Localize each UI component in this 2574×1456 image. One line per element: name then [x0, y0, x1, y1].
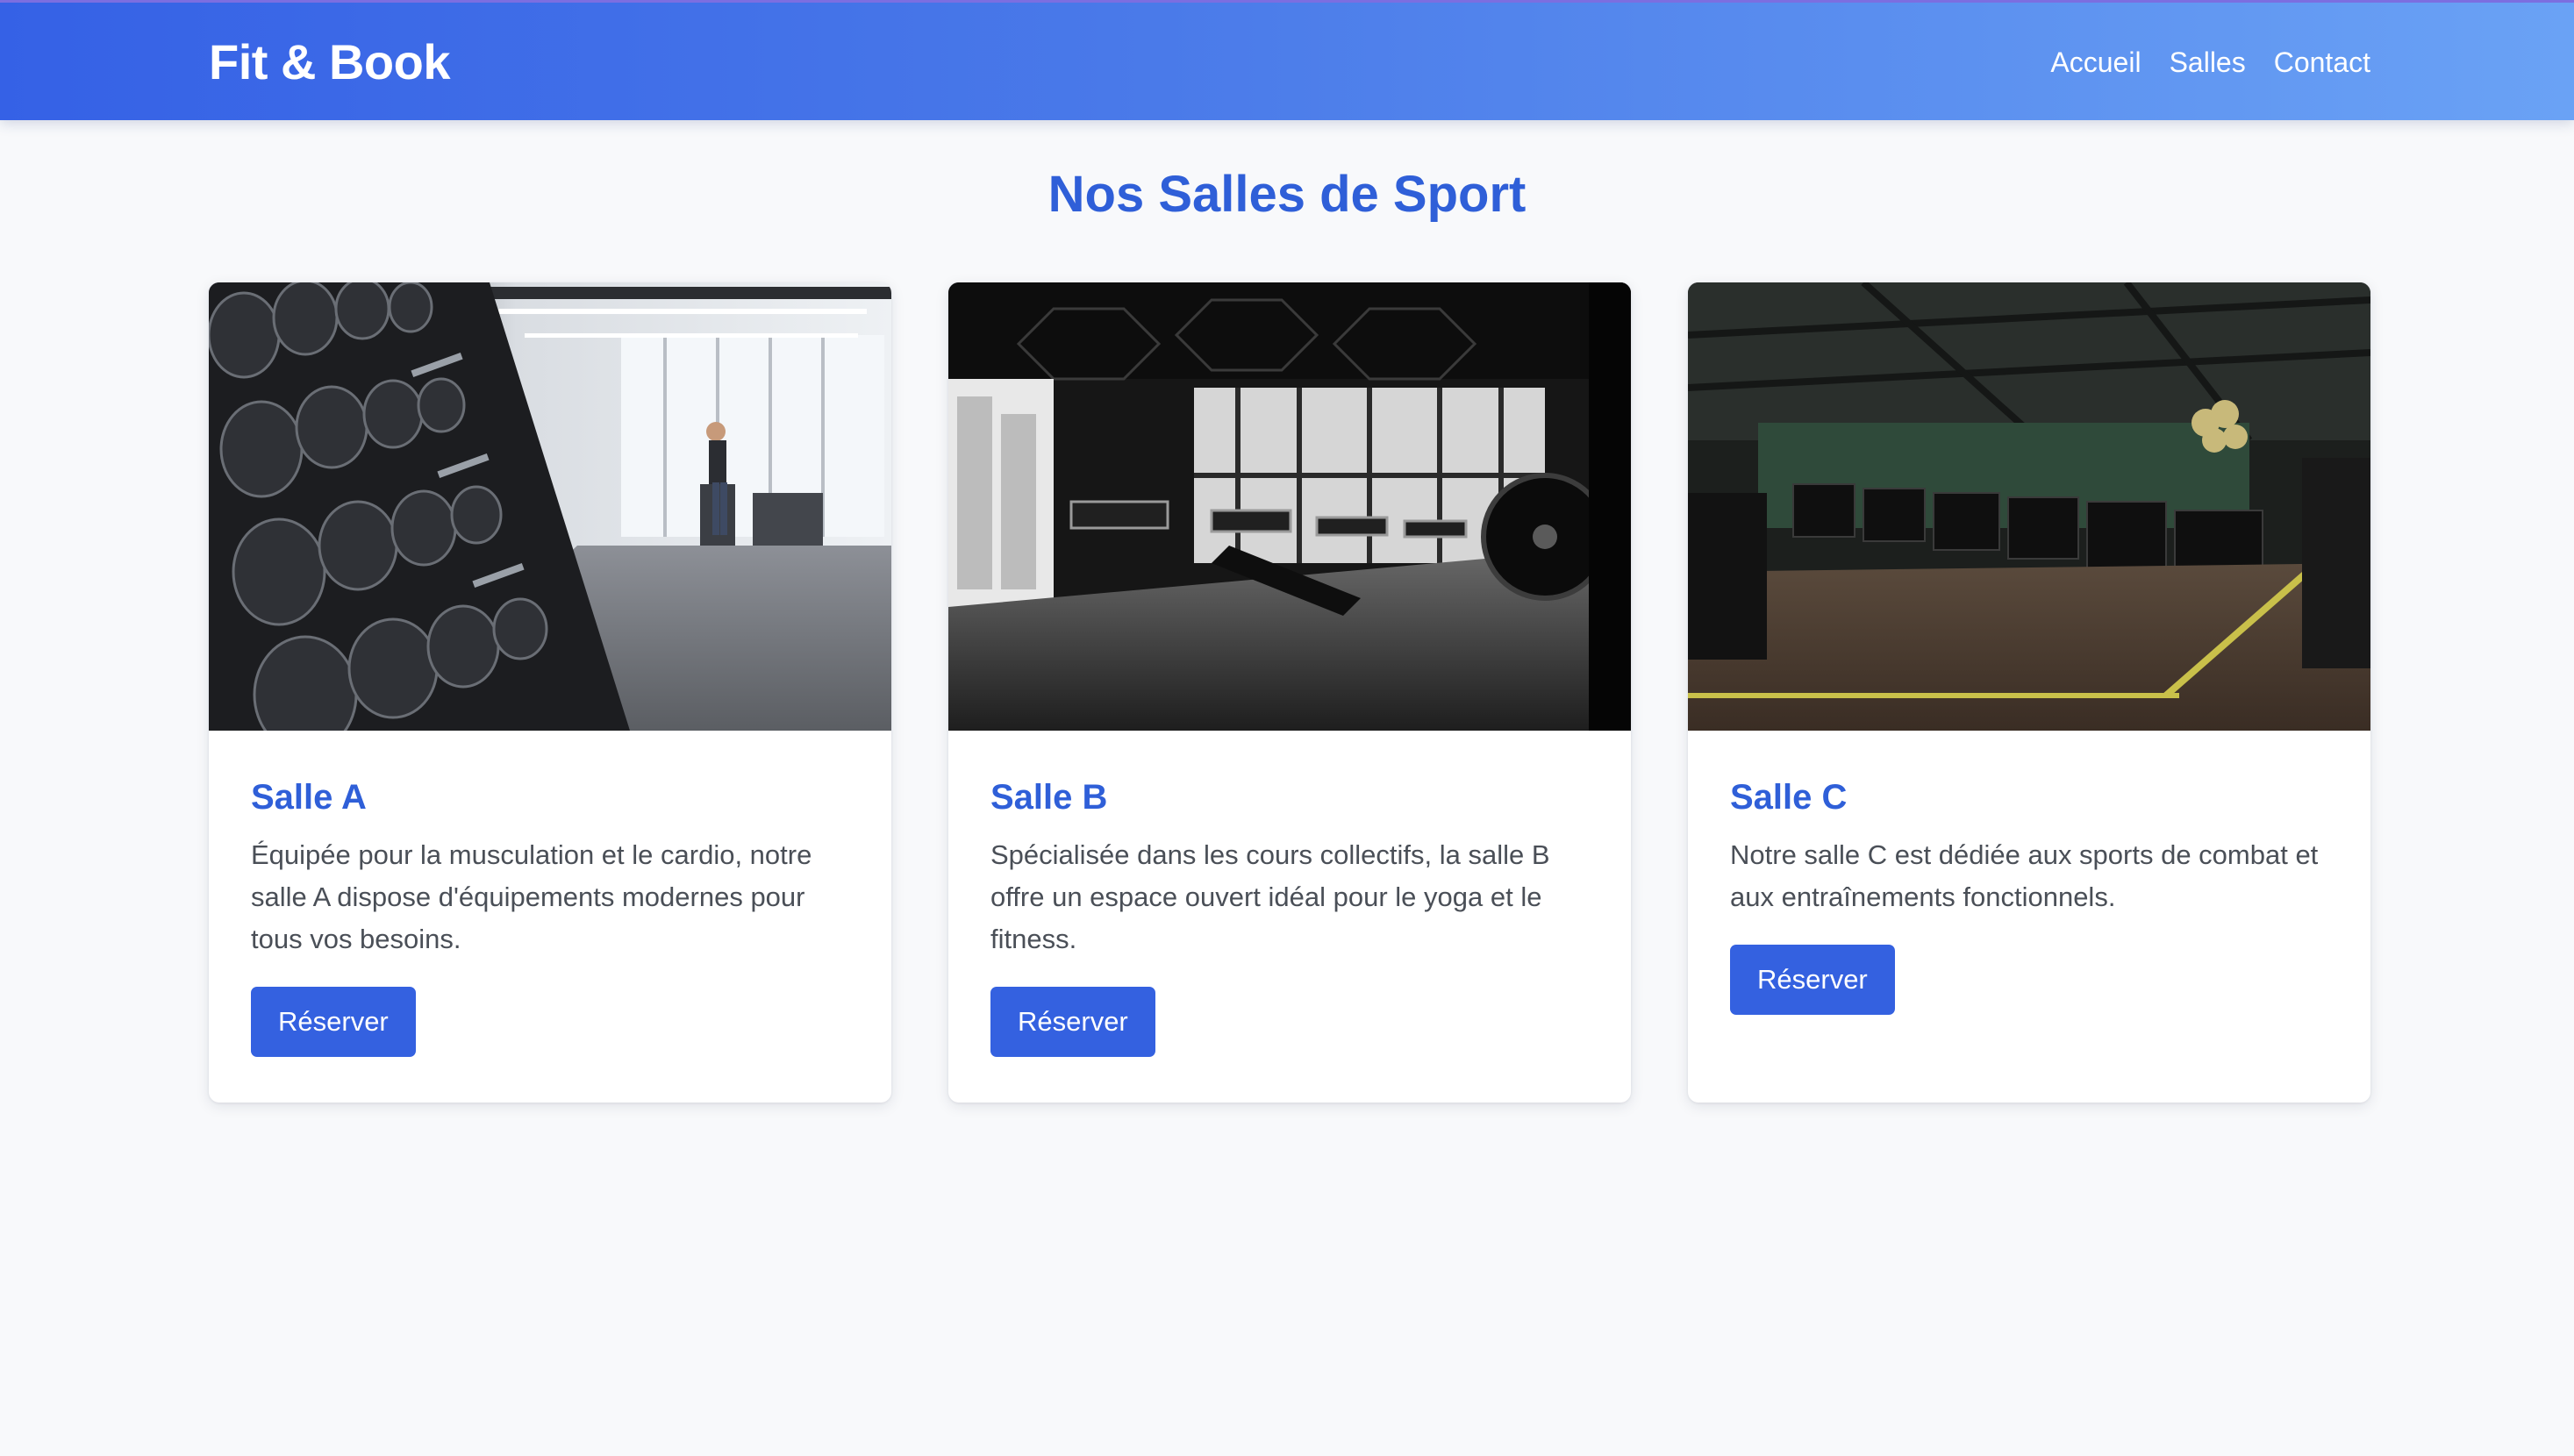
- gym-card-c: Salle C Notre salle C est dédiée aux spo…: [1688, 282, 2370, 1103]
- card-description: Spécialisée dans les cours collectifs, l…: [990, 839, 1550, 954]
- nav-link-salles[interactable]: Salles: [2170, 45, 2246, 80]
- nav-link-contact[interactable]: Contact: [2274, 45, 2370, 80]
- nav-link-accueil[interactable]: Accueil: [2050, 45, 2141, 80]
- main-nav: Accueil Salles Contact: [2050, 45, 2370, 80]
- reserve-button-salle-c[interactable]: Réserver: [1730, 945, 1895, 1015]
- page-title: Nos Salles de Sport: [1047, 166, 1527, 223]
- card-body: Salle B Spécialisée dans les cours colle…: [990, 776, 1596, 1057]
- card-title: Salle B: [990, 778, 1108, 817]
- reserve-button-salle-a[interactable]: Réserver: [251, 987, 416, 1057]
- gym-b-photo: [948, 282, 1631, 731]
- card-description: Équipée pour la musculation et le cardio…: [251, 839, 812, 954]
- card-body: Salle A Équipée pour la musculation et l…: [251, 776, 856, 1057]
- gym-card-a: Salle A Équipée pour la musculation et l…: [209, 282, 891, 1103]
- card-description: Notre salle C est dédiée aux sports de c…: [1730, 839, 2319, 912]
- reserve-button-salle-b[interactable]: Réserver: [990, 987, 1155, 1057]
- logo[interactable]: Fit & Book: [209, 32, 450, 92]
- gym-c-photo: [1688, 282, 2370, 731]
- site-header: Fit & Book Accueil Salles Contact: [0, 0, 2574, 120]
- card-title: Salle C: [1730, 778, 1848, 817]
- gym-a-photo: [209, 282, 891, 731]
- card-body: Salle C Notre salle C est dédiée aux spo…: [1730, 776, 2335, 1015]
- gym-card-b: Salle B Spécialisée dans les cours colle…: [948, 282, 1631, 1103]
- card-title: Salle A: [251, 778, 367, 817]
